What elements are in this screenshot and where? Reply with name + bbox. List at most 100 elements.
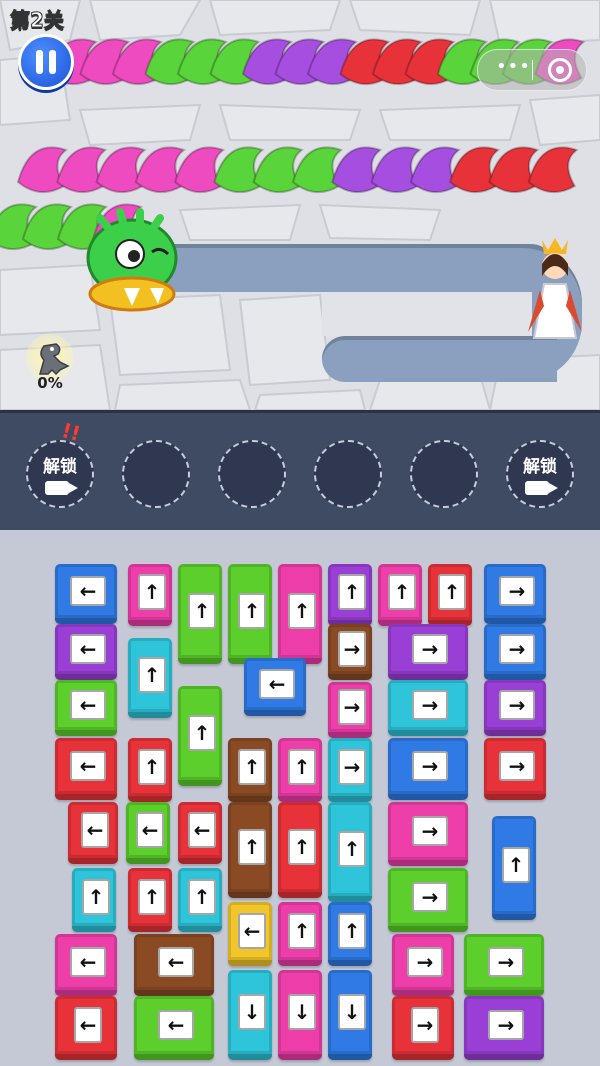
- box-blue[interactable]: ↑: [328, 902, 372, 966]
- arrow-icon: →: [412, 816, 448, 846]
- box-brown[interactable]: ←: [134, 934, 214, 996]
- arrow-icon: ←: [70, 576, 106, 606]
- arrow-icon: ←: [188, 812, 216, 848]
- box-green[interactable]: →: [464, 934, 544, 996]
- box-blue[interactable]: ↑: [492, 816, 536, 920]
- box-green[interactable]: ←: [55, 680, 117, 736]
- box-blue[interactable]: ←: [244, 658, 306, 716]
- box-green[interactable]: ←: [134, 996, 214, 1060]
- arrow-icon: ←: [81, 812, 109, 848]
- box-cyan[interactable]: ↑: [128, 638, 172, 718]
- box-purple[interactable]: ←: [55, 624, 117, 680]
- arrow-icon: ←: [70, 751, 106, 781]
- arrow-icon: →: [412, 751, 448, 781]
- box-cyan[interactable]: ↑: [328, 802, 372, 902]
- dragon-scale: [174, 146, 226, 193]
- arrow-icon: →: [412, 634, 448, 664]
- box-pink[interactable]: ↑: [128, 564, 172, 626]
- box-red[interactable]: ↑: [128, 868, 172, 932]
- box-cyan[interactable]: →: [328, 738, 372, 802]
- box-red[interactable]: ↑: [428, 564, 472, 626]
- box-pink[interactable]: ↑: [278, 564, 322, 664]
- box-purple[interactable]: →: [464, 996, 544, 1060]
- box-brown[interactable]: →: [328, 624, 372, 680]
- box-purple[interactable]: →: [388, 624, 468, 680]
- box-grid: ← ↑ ↑ ↑ ↑ ↑ ↑ ↑ → ← ↑ ← → → → ← ↑ → → → ← ↑ ↑ ↑ → → → ← ← ← ↑ ↑ ↑ → ↑ ↑ ↑ ↑ → ←…: [0, 530, 600, 1066]
- arrow-icon: ↑: [388, 574, 416, 610]
- arrow-icon: ↑: [188, 593, 216, 629]
- princess-icon: [528, 238, 582, 339]
- arrow-icon: ↑: [288, 593, 316, 629]
- box-pink[interactable]: ↓: [278, 970, 322, 1060]
- box-green[interactable]: →: [388, 868, 468, 932]
- box-blue[interactable]: ↓: [328, 970, 372, 1060]
- box-red[interactable]: ←: [178, 802, 222, 864]
- dragon-scale: [252, 146, 304, 193]
- dragon-scale: [56, 146, 108, 193]
- arrow-icon: →: [499, 751, 535, 781]
- box-red[interactable]: ←: [55, 996, 117, 1060]
- box-cyan[interactable]: →: [388, 680, 468, 736]
- arrow-icon: ↑: [138, 574, 166, 610]
- box-pink[interactable]: →: [328, 682, 372, 738]
- arrow-icon: ↑: [238, 829, 266, 865]
- arrow-icon: ↑: [238, 749, 266, 785]
- box-blue[interactable]: →: [388, 738, 468, 800]
- box-pink[interactable]: ↑: [278, 902, 322, 966]
- box-red[interactable]: ←: [55, 738, 117, 800]
- box-red[interactable]: →: [484, 738, 546, 800]
- arrow-icon: ↑: [188, 715, 216, 751]
- arrow-icon: →: [412, 690, 448, 720]
- box-green[interactable]: ↑: [178, 686, 222, 786]
- unlock-slot-right[interactable]: 解锁: [506, 440, 574, 508]
- box-brown[interactable]: ↑: [228, 802, 272, 898]
- unlock-slot-left[interactable]: 解锁: [26, 440, 94, 508]
- arrow-icon: ↑: [502, 847, 530, 883]
- arrow-icon: →: [338, 749, 366, 785]
- box-purple[interactable]: ↑: [328, 564, 372, 626]
- box-purple[interactable]: →: [484, 680, 546, 736]
- record-icon[interactable]: [548, 58, 572, 82]
- pause-button[interactable]: [18, 34, 74, 90]
- box-pink[interactable]: ←: [55, 934, 117, 996]
- unlock-label: 解锁: [523, 457, 557, 477]
- box-cyan[interactable]: ↑: [178, 868, 222, 932]
- arrow-icon: ↓: [238, 994, 266, 1030]
- box-blue[interactable]: ←: [55, 564, 117, 624]
- video-icon: [525, 481, 558, 495]
- arrow-icon: →: [488, 1010, 524, 1040]
- dragon-scale: [134, 146, 186, 193]
- box-blue[interactable]: →: [484, 624, 546, 680]
- arrow-icon: ←: [238, 913, 266, 949]
- dragon-scale: [213, 146, 265, 193]
- box-brown[interactable]: ↑: [228, 738, 272, 802]
- box-cyan[interactable]: ↑: [72, 868, 116, 932]
- box-red[interactable]: ←: [68, 802, 118, 864]
- box-pink[interactable]: ↑: [278, 738, 322, 802]
- box-pink[interactable]: ↑: [378, 564, 422, 626]
- box-red[interactable]: →: [392, 996, 454, 1060]
- box-red[interactable]: ↑: [128, 738, 172, 802]
- empty-slot: [122, 440, 190, 508]
- box-blue[interactable]: →: [484, 564, 546, 624]
- box-pink[interactable]: →: [388, 802, 468, 866]
- arrow-icon: ↑: [288, 749, 316, 785]
- arrow-icon: ←: [70, 634, 106, 664]
- arrow-icon: ↑: [338, 574, 366, 610]
- arrow-icon: ←: [259, 669, 295, 699]
- empty-slot: [218, 440, 286, 508]
- box-red[interactable]: ↑: [278, 802, 322, 898]
- arrow-icon: ←: [70, 690, 106, 720]
- box-yellow[interactable]: ←: [228, 902, 272, 966]
- box-green[interactable]: ↑: [178, 564, 222, 664]
- box-green[interactable]: ←: [126, 802, 170, 864]
- arrow-icon: ↑: [288, 913, 316, 949]
- dragon-scale: [449, 146, 501, 193]
- box-pink[interactable]: →: [392, 934, 454, 996]
- arrow-icon: ←: [70, 947, 106, 977]
- box-cyan[interactable]: ↓: [228, 970, 272, 1060]
- dragon-scale: [409, 146, 461, 193]
- arrow-icon: →: [338, 689, 366, 725]
- box-green[interactable]: ↑: [228, 564, 272, 664]
- more-icon[interactable]: •••: [496, 56, 531, 77]
